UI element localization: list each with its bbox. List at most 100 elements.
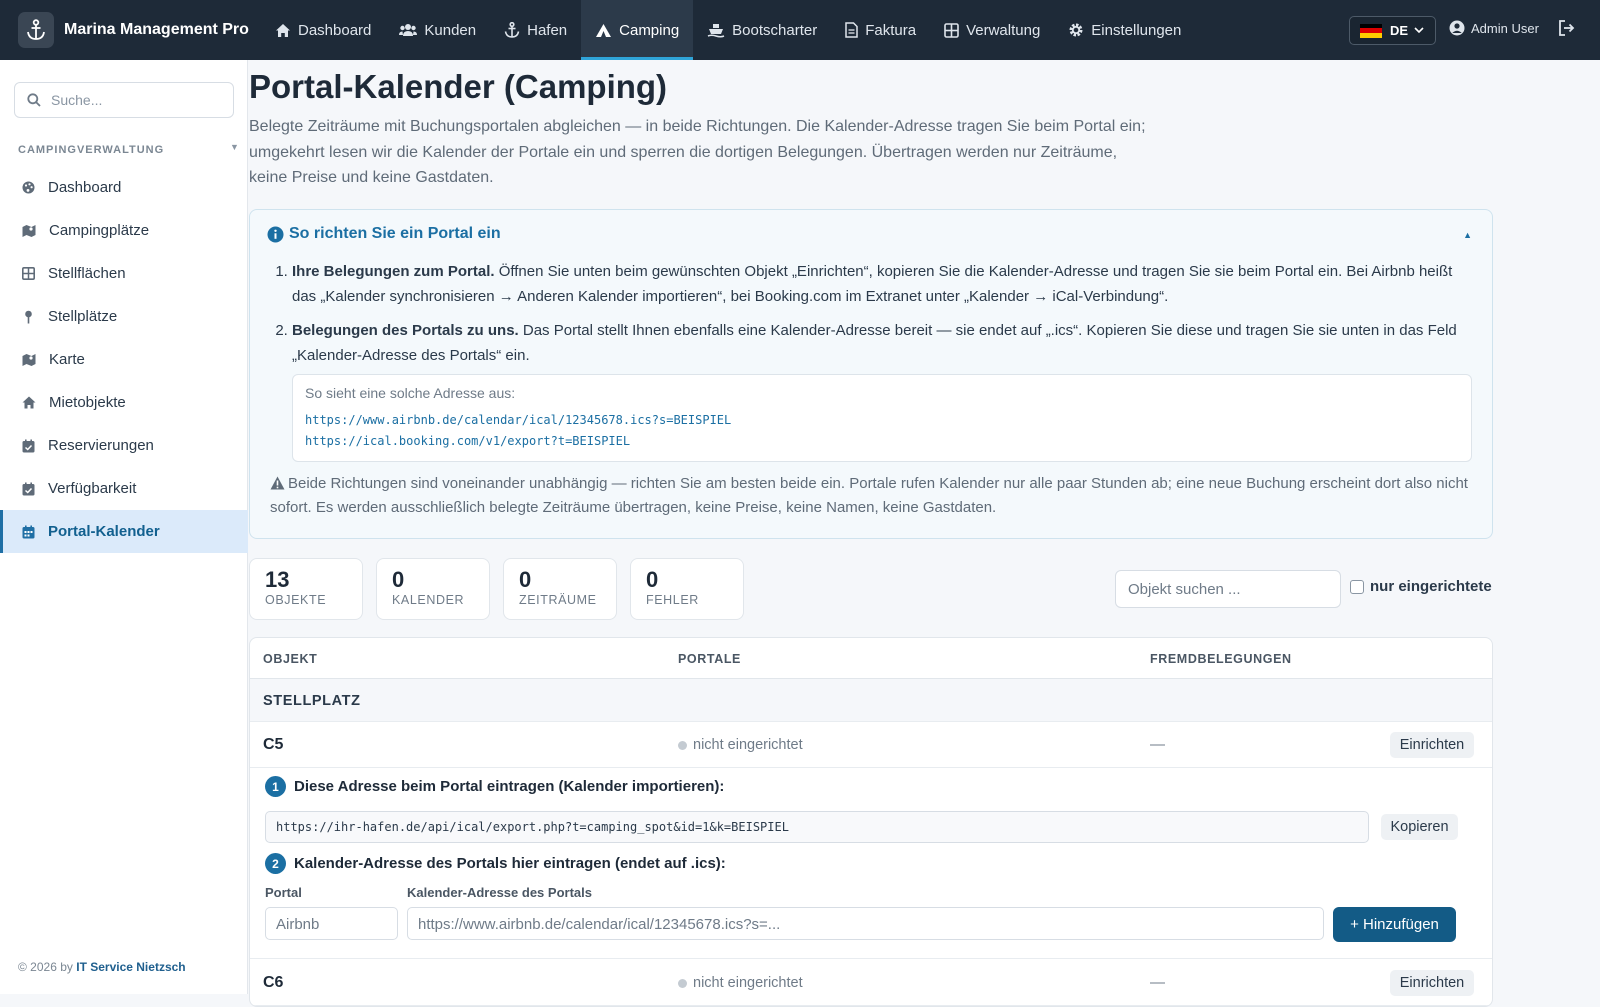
fremd-value: — [1150,974,1165,991]
add-calendar-button[interactable]: + Hinzufügen [1333,907,1456,942]
nav-kunden[interactable]: Kunden [385,0,490,60]
stat-label: KALENDER [392,593,465,607]
main-nav: Dashboard Kunden Hafen Camping Bootschar… [261,0,1195,60]
example-address-box: So sieht eine solche Adresse aus: https:… [292,374,1472,462]
nav-bootscharter[interactable]: Bootscharter [693,0,831,60]
nav-camping[interactable]: Camping [581,0,694,60]
sidebar-item-dashboard[interactable]: Dashboard [0,166,248,209]
status-text: nicht eingerichtet [693,737,803,753]
example-url: https://ical.booking.com/v1/export?t=BEI… [305,434,631,448]
nav-faktura[interactable]: Faktura [831,0,930,60]
nav-dashboard[interactable]: Dashboard [261,0,385,60]
sidebar-item-label: Portal-Kalender [48,523,160,540]
table-row: C5 nicht eingerichtet — Einrichten [250,722,1492,768]
status-dot-icon [678,978,687,988]
fremd-value: — [1150,736,1165,753]
table-header: OBJEKT PORTALE FREMDBELEGUNGEN [250,638,1492,679]
guide-note: Beide Richtungen sind voneinander unabhä… [270,472,1470,519]
checkbox-box[interactable] [1350,579,1364,594]
sidebar-section-title: CAMPINGVERWALTUNG [18,144,165,156]
brand[interactable]: Marina Management Pro [18,12,250,48]
warning-icon [270,476,285,490]
table-group-stellplatz: STELLPLATZ [250,679,1492,722]
step-title: Ihre Belegungen zum Portal. [292,263,495,280]
step-number: 2 [265,853,286,874]
stat-label: OBJEKTE [265,593,327,607]
sidebar-item-portal-kalender[interactable]: Portal-Kalender [0,510,248,553]
sidebar-item-campingplaetze[interactable]: Campingplätze [0,209,248,252]
guide-header[interactable]: So richten Sie ein Portal ein [267,225,501,243]
guide-title: So richten Sie ein Portal ein [289,225,501,242]
guide-step-1: Ihre Belegungen zum Portal. Öffnen Sie u… [292,260,1476,309]
portal-url-input[interactable]: https://www.airbnb.de/calendar/ical/1234… [407,907,1324,940]
collapse-caret-icon[interactable]: ▼ [230,142,239,152]
stat-label: ZEITRÄUME [519,593,597,607]
einrichten-button[interactable]: Einrichten [1390,732,1474,758]
sidebar-item-karte[interactable]: Karte [0,338,248,381]
home-icon [22,396,49,409]
stat-kalender: 0 KALENDER [376,558,490,620]
search-placeholder: Objekt suchen ... [1128,580,1241,598]
nav-label: Camping [619,21,680,39]
map-icon [22,224,49,237]
nav-label: Kunden [424,21,477,39]
portal-label: Portal [265,885,302,900]
user-menu[interactable]: Admin User [1449,20,1539,36]
sidebar-item-mietobjekte[interactable]: Mietobjekte [0,381,248,424]
objects-table: OBJEKT PORTALE FREMDBELEGUNGEN STELLPLAT… [249,637,1493,1007]
palette-icon [22,181,48,194]
nav-label: Hafen [527,21,568,39]
stat-objekte: 13 OBJEKTE [249,558,363,620]
sidebar: Suche... CAMPINGVERWALTUNG ▼ Dashboard C… [0,60,248,994]
status-dot-icon [678,740,687,750]
sidebar-item-label: Dashboard [48,179,122,196]
einrichten-button[interactable]: Einrichten [1390,970,1474,996]
stat-label: FEHLER [646,593,699,607]
ship-icon [707,23,732,38]
chevron-down-icon [1414,27,1424,34]
language-select[interactable]: DE [1349,16,1436,45]
gear-icon [1068,22,1091,38]
stat-value: 13 [265,567,290,592]
nav-label: Faktura [865,21,917,39]
nav-label: Bootscharter [732,21,818,39]
nav-hafen[interactable]: Hafen [490,0,581,60]
export-url-field[interactable]: https://ihr-hafen.de/api/ical/export.php… [265,811,1369,843]
language-code: DE [1390,23,1409,38]
main-content: Portal-Kalender (Camping) Belegte Zeiträ… [249,60,1600,1007]
anchor-icon [504,22,527,38]
user-circle-icon [1449,20,1471,36]
portal-status: nicht eingerichtet [678,975,803,991]
sidebar-item-verfuegbarkeit[interactable]: Verfügbarkeit [0,467,248,510]
copy-button[interactable]: Kopieren [1381,814,1458,840]
sidebar-item-stellplaetze[interactable]: Stellplätze [0,295,248,338]
col-objekt: OBJEKT [263,652,318,666]
stat-zeitraeume: 0 ZEITRÄUME [503,558,617,620]
app-title: Marina Management Pro [64,21,249,38]
sidebar-item-label: Karte [49,351,85,368]
object-search-input[interactable]: Objekt suchen ... [1115,570,1341,608]
top-navbar: Marina Management Pro Dashboard Kunden H… [0,0,1600,60]
logout-icon[interactable] [1558,20,1576,36]
nav-einstellungen[interactable]: Einstellungen [1054,0,1195,60]
checkbox-label: nur eingerichtete [1370,578,1492,595]
sidebar-item-reservierungen[interactable]: Reservierungen [0,424,248,467]
table-row: C6 nicht eingerichtet — Einrichten [250,960,1492,1006]
step-text: Diese Adresse beim Portal eintragen (Kal… [294,778,725,795]
only-configured-checkbox[interactable]: nur eingerichtete [1350,578,1492,595]
guide-steps: Ihre Belegungen zum Portal. Öffnen Sie u… [276,260,1476,378]
stat-value: 0 [519,567,532,592]
anchor-logo-icon [18,12,54,48]
sidebar-item-stellflaechen[interactable]: Stellflächen [0,252,248,295]
stat-value: 0 [392,567,405,592]
status-text: nicht eingerichtet [693,975,803,991]
step-title: Belegungen des Portals zu uns. [292,322,519,339]
info-icon [267,226,289,243]
collapse-up-icon[interactable]: ▲ [1463,230,1472,240]
sidebar-menu: Dashboard Campingplätze Stellflächen Ste… [0,166,248,553]
calendar-check-icon [22,439,48,453]
sidebar-search-input[interactable]: Suche... [14,82,234,118]
nav-verwaltung[interactable]: Verwaltung [930,0,1054,60]
footer-link[interactable]: IT Service Nietzsch [76,960,185,974]
portal-name-input[interactable]: Airbnb [265,907,398,940]
